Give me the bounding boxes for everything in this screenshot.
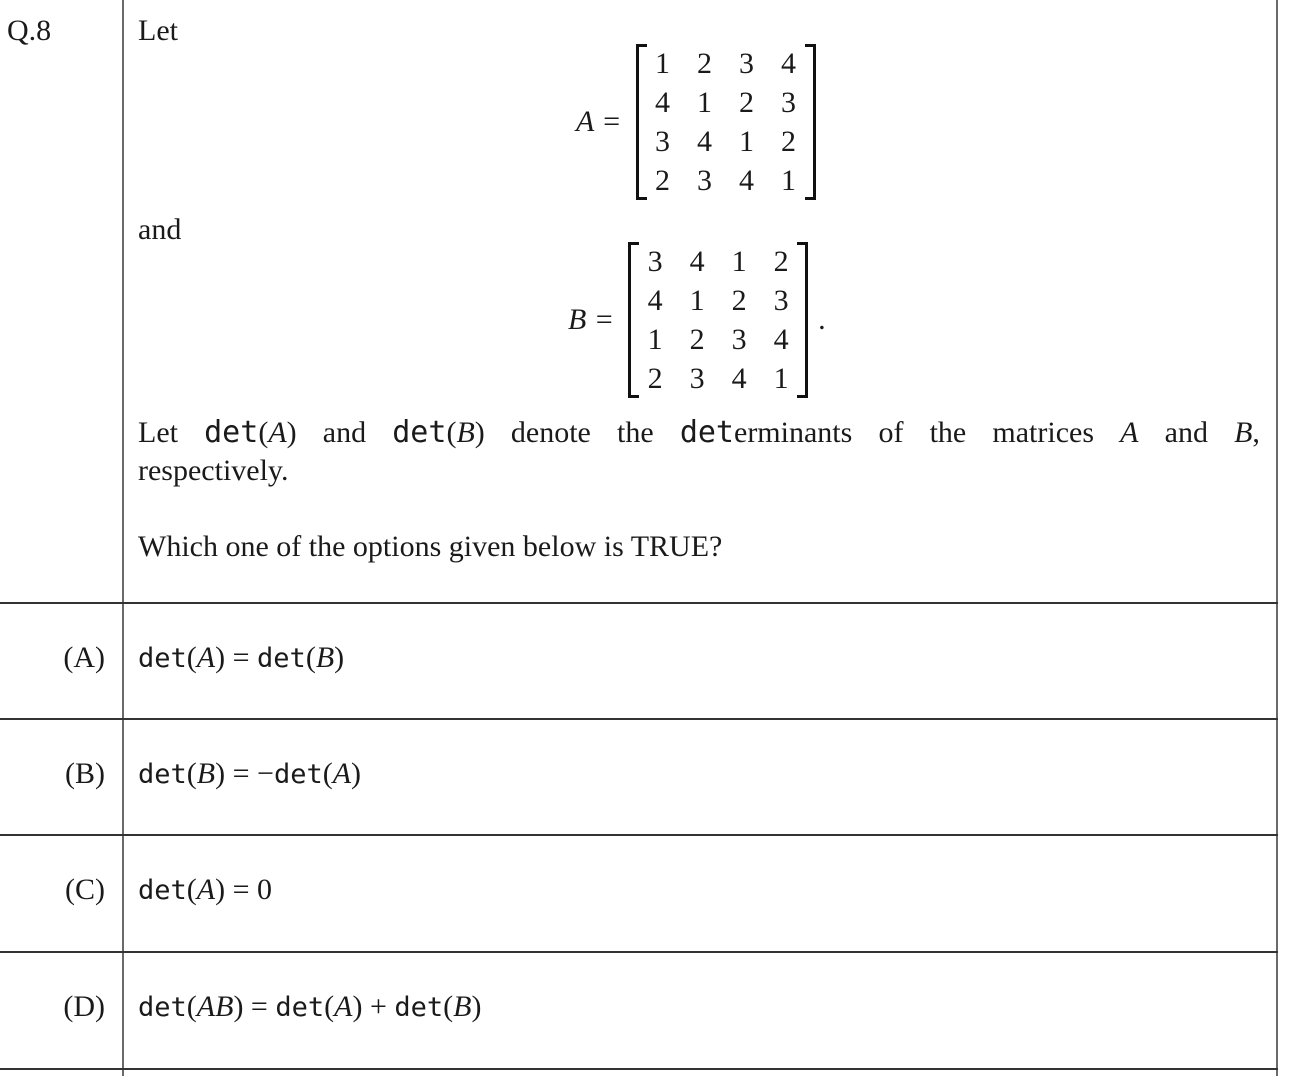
matrix-cell: 4 <box>655 86 671 119</box>
option-label: (D) <box>63 990 105 1023</box>
matrix-cell: 4 <box>773 323 789 356</box>
matrix-b-label: B = <box>568 303 615 336</box>
matrix-a-block: A = 1234412334122341 <box>576 44 816 200</box>
statement-word: determinants <box>679 415 853 450</box>
matrix-cell: 3 <box>739 47 755 80</box>
option-label: (B) <box>65 757 105 790</box>
matrix-cell: 4 <box>697 125 713 158</box>
row-divider-b <box>0 834 1278 836</box>
matrix-cell: 1 <box>697 86 713 119</box>
matrix-cell: 2 <box>739 86 755 119</box>
matrix-cell: 2 <box>773 245 789 278</box>
connector-text: and <box>138 213 182 246</box>
statement-word: Let <box>138 416 178 449</box>
statement-word: det(A) <box>204 415 297 450</box>
matrix-cell: 2 <box>647 362 663 395</box>
statement-word: the <box>929 416 967 449</box>
row-divider-question <box>0 602 1278 604</box>
statement-line-2: respectively. <box>138 454 289 487</box>
matrix-cell: 4 <box>647 284 663 317</box>
statement-word: of <box>878 416 904 449</box>
matrix-cell: 3 <box>647 245 663 278</box>
matrix-cell: 2 <box>781 125 797 158</box>
intro-text: Let <box>138 14 178 47</box>
option-text: det(B) = −det(A) <box>138 757 362 790</box>
matrix-cell: 4 <box>731 362 747 395</box>
matrix-a-label: A = <box>576 105 622 138</box>
statement: Let det(A) and det(B) denote the determinants o… <box>138 414 1260 490</box>
matrix-cell: 3 <box>773 284 789 317</box>
matrix-cell: 1 <box>655 47 671 80</box>
statement-word: denote <box>510 416 591 449</box>
right-border <box>1276 0 1278 1076</box>
statement-word: and <box>1164 416 1208 449</box>
matrix-cell: 3 <box>689 362 705 395</box>
matrix-cell: 1 <box>773 362 789 395</box>
matrix-cell: 4 <box>689 245 705 278</box>
statement-word: the <box>617 416 654 449</box>
matrix-cell: 3 <box>697 164 713 197</box>
matrix-cell: 1 <box>689 284 705 317</box>
matrix-cell: 1 <box>781 164 797 197</box>
option-text: det(A) = det(B) <box>138 641 345 674</box>
matrix-b: 3412412312342341 <box>628 242 809 398</box>
row-divider-d <box>0 1068 1278 1070</box>
statement-word: A <box>1120 416 1139 449</box>
matrix-cell: 4 <box>739 164 755 197</box>
matrix-cell: 1 <box>731 245 747 278</box>
matrix-cell: 3 <box>655 125 671 158</box>
right-bracket <box>804 44 816 200</box>
matrix-cell: 3 <box>781 86 797 119</box>
option-text: det(AB) = det(A) + det(B) <box>138 990 482 1023</box>
trailing-period: . <box>818 303 826 336</box>
left-bracket <box>635 44 647 200</box>
statement-word: det(B) <box>392 415 485 450</box>
option-text: det(A) = 0 <box>138 873 273 906</box>
statement-line-1: Let det(A) and det(B) denote the determinants o… <box>138 414 1260 452</box>
row-divider-a <box>0 718 1278 720</box>
option-label: (A) <box>63 641 105 674</box>
matrix-cell: 2 <box>731 284 747 317</box>
matrix-cell: 2 <box>689 323 705 356</box>
matrix-cell: 3 <box>731 323 747 356</box>
row-divider-c <box>0 951 1278 953</box>
left-bracket <box>628 242 640 398</box>
statement-word: matrices <box>992 416 1095 449</box>
option-label: (C) <box>65 873 105 906</box>
statement-word: and <box>322 416 367 449</box>
matrix-b-block: B = 3412412312342341 . <box>568 242 826 398</box>
matrix-cell: 4 <box>781 47 797 80</box>
question-prompt: Which one of the options given below is … <box>138 530 723 563</box>
column-divider <box>122 0 124 1076</box>
matrix-cell: 1 <box>739 125 755 158</box>
right-bracket <box>797 242 809 398</box>
statement-word: B, <box>1234 416 1260 449</box>
question-number: Q.8 <box>7 14 52 47</box>
matrix-a: 1234412334122341 <box>635 44 816 200</box>
matrix-cell: 2 <box>697 47 713 80</box>
matrix-cell: 2 <box>655 164 671 197</box>
matrix-cell: 1 <box>647 323 663 356</box>
